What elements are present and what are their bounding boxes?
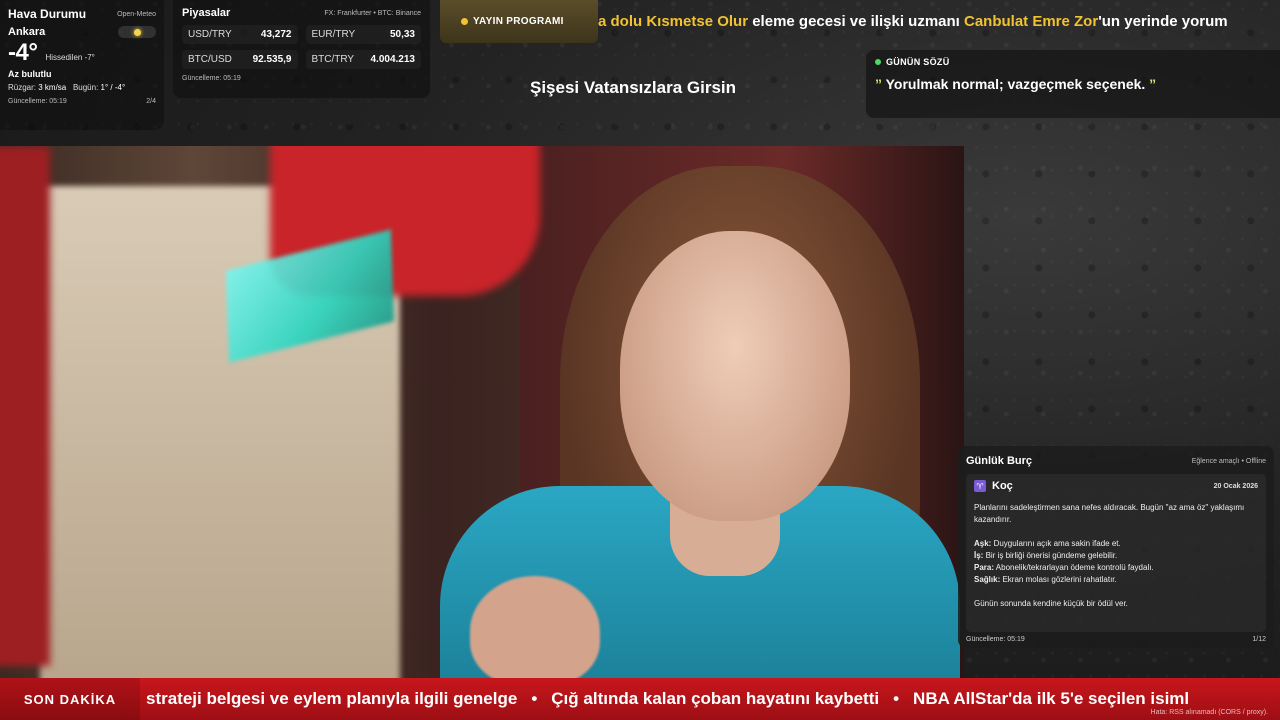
ticker-text: 'un yerinde yorum [1098, 13, 1228, 30]
market-item: USD/TRY 43,272 [182, 25, 298, 44]
markets-source: FX: Frankfurter • BTC: Binance [324, 9, 421, 17]
market-symbol: BTC/USD [188, 54, 232, 65]
weather-city: Ankara [8, 26, 46, 38]
weather-source: Open-Meteo [117, 10, 156, 18]
markets-widget: Piyasalar FX: Frankfurter • BTC: Binance… [173, 0, 430, 98]
news-item: NBA AllStar'da ilk 5'e seçilen isiml [913, 689, 1190, 708]
breaking-news-bar: SON DAKİKA strateji belgesi ve eylem pla… [0, 678, 1280, 720]
ticker-highlight: Canbulat Emre Zor [964, 13, 1099, 30]
quote-mark-icon: ” [1149, 76, 1157, 92]
separator-bullet-icon: • [531, 689, 538, 708]
weather-updated: Güncelleme: 05:19 [8, 98, 67, 105]
show-title: Şişesi Vatansızlara Girsin [530, 78, 737, 97]
separator-bullet-icon: • [893, 689, 900, 708]
quote-mark-icon: ” [875, 76, 882, 92]
wind-label: Rüzgar: [8, 83, 37, 92]
market-symbol: EUR/TRY [311, 29, 356, 40]
ticker-highlight: a dolu Kısmetse Olur [598, 13, 749, 30]
aries-icon: ♈ [974, 480, 986, 492]
video-scene-face [620, 231, 850, 521]
quote-widget: GÜNÜN SÖZÜ ” Yorulmak normal; vazgeçmek … [866, 50, 1280, 118]
market-value: 4.004.213 [370, 54, 416, 65]
status-dot-icon [875, 59, 881, 65]
horoscope-date: 20 Ocak 2026 [1213, 482, 1258, 490]
quote-text-line: ” Yorulmak normal; vazgeçmek seçenek. ” [875, 76, 1271, 92]
video-scene-figure [0, 146, 50, 666]
market-value: 43,272 [260, 29, 292, 40]
program-label-text: YAYIN PROGRAMI [473, 16, 564, 27]
breaking-news-label: SON DAKİKA [0, 678, 140, 720]
today-value: 1° / -4° [100, 83, 126, 92]
market-value: 92.535,9 [252, 54, 292, 65]
weather-title: Hava Durumu [8, 7, 87, 21]
wind-value: 3 km/sa [38, 83, 67, 92]
market-symbol: USD/TRY [188, 29, 232, 40]
news-item: strateji belgesi ve eylem planıyla ilgil… [146, 689, 518, 708]
horoscope-card: ♈ Koç 20 Ocak 2026 Planlarını sadeleştir… [966, 474, 1266, 632]
weather-temperature: -4° [8, 39, 38, 66]
news-item: Çığ altında kalan çoban hayatını kaybett… [551, 689, 880, 708]
program-ticker: YAYIN PROGRAMI a dolu Kısmetse Olur elem… [440, 0, 1280, 43]
video-scene-hand [470, 576, 600, 678]
horoscope-health: Sağlık: Ekran molası gözlerini rahatlatı… [974, 575, 1117, 584]
horoscope-page-indicator: 1/12 [1252, 636, 1266, 643]
program-ticker-text: a dolu Kısmetse Olur eleme gecesi ve ili… [598, 13, 1228, 30]
horoscope-closing: Günün sonunda kendine küçük bir ödül ver… [974, 599, 1128, 608]
live-dot-icon [461, 18, 468, 25]
market-item: BTC/TRY 4.004.213 [305, 50, 421, 69]
horoscope-title: Günlük Burç [966, 455, 1033, 467]
weather-details: Rüzgar: 3 km/sa Bugün: 1° / -4° [8, 83, 156, 92]
markets-updated: Güncelleme: 05:19 [182, 75, 241, 82]
market-symbol: BTC/TRY [311, 54, 355, 65]
horoscope-updated: Güncelleme: 05:19 [966, 636, 1025, 643]
today-label: Bugün: [72, 83, 99, 92]
program-label: YAYIN PROGRAMI [440, 0, 598, 43]
quote-text: Yorulmak normal; vazgeçmek seçenek. [882, 76, 1150, 92]
market-item: BTC/USD 92.535,9 [182, 50, 298, 69]
ticker-text: eleme gecesi ve ilişki uzmanı [748, 13, 964, 30]
weather-condition: Az bulutlu [8, 69, 52, 79]
horoscope-sign: ♈ Koç [974, 480, 1013, 492]
market-item: EUR/TRY 50,33 [305, 25, 421, 44]
horoscope-body: Planlarını sadeleştirmen sana nefes aldı… [974, 502, 1258, 610]
weather-icon-pill [118, 26, 156, 38]
horoscope-sign-name: Koç [992, 480, 1013, 492]
market-value: 50,33 [389, 29, 415, 40]
horoscope-money: Para: Abonelik/tekrarlayan ödeme kontrol… [974, 563, 1154, 572]
horoscope-work: İş: Bir iş birliği önerisi gündeme geleb… [974, 551, 1118, 560]
video-player[interactable] [0, 146, 964, 678]
sun-icon [133, 28, 141, 36]
rss-error-message: Hata: RSS alınamadı (CORS / proxy). [1150, 709, 1268, 716]
weather-feels-like: Hissedilen -7° [45, 53, 95, 62]
horoscope-source: Eğlence amaçlı • Offline [1191, 457, 1266, 465]
horoscope-love: Aşk: Duygularını açık ama sakin ifade et… [974, 539, 1121, 548]
markets-title: Piyasalar [182, 7, 231, 19]
breaking-news-ticker: strateji belgesi ve eylem planıyla ilgil… [146, 689, 1189, 709]
weather-page-indicator: 2/4 [146, 98, 156, 105]
quote-label: GÜNÜN SÖZÜ [886, 57, 950, 67]
horoscope-widget: Günlük Burç Eğlence amaçlı • Offline ♈ K… [958, 446, 1274, 648]
horoscope-intro: Planlarını sadeleştirmen sana nefes aldı… [974, 503, 1245, 524]
weather-widget: Hava Durumu Open-Meteo Ankara -4° Hissed… [0, 0, 164, 130]
